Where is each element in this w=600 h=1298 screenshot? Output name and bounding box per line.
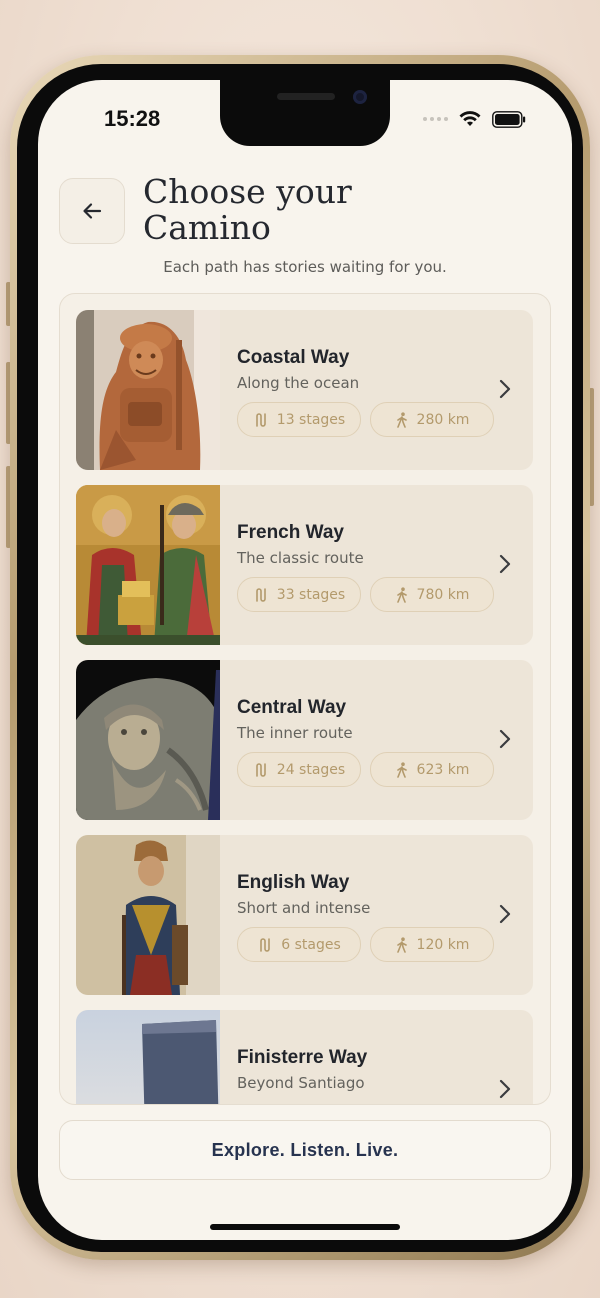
stages-label: 13 stages [276,411,346,428]
route-icon [255,587,266,602]
tagline-footer: Explore. Listen. Live. [59,1120,551,1180]
chevron-right-icon [499,1079,511,1099]
signal-dots-icon [423,117,448,121]
route-image-coastal [76,310,220,470]
distance-badge: 623 km [370,752,494,787]
distance-badge: 120 km [370,927,494,962]
battery-icon [492,110,526,128]
front-camera [353,90,367,104]
stages-label: 6 stages [281,936,341,953]
status-time: 15:28 [104,106,161,131]
distance-badge: 780 km [370,577,494,612]
walking-person-icon [396,586,407,603]
wifi-icon [459,111,481,126]
page-subtitle: Each path has stories waiting for you. [163,258,447,276]
distance-label: 780 km [416,586,470,603]
distance-badge: 280 km [370,402,494,437]
chevron-right-icon [499,554,511,574]
route-image-english [76,835,220,995]
route-name: French Way [237,522,344,543]
stages-label: 24 stages [276,761,346,778]
route-image-french [76,485,220,645]
route-name: Coastal Way [237,347,350,368]
distance-label: 120 km [416,936,470,953]
route-card-english[interactable]: English Way Short and intense 6 stages 1… [76,835,533,995]
stages-badge: 33 stages [237,577,361,612]
route-card-french[interactable]: French Way The classic route 33 stages 7… [76,485,533,645]
arrow-left-icon [83,203,102,219]
distance-label: 280 km [416,411,470,428]
route-name: Finisterre Way [237,1047,368,1068]
route-image-central [76,660,220,820]
app-screen: 15:28 Choose your Camino Each path has s… [38,80,572,1240]
route-card-finisterre[interactable]: Finisterre Way Beyond Santiago [76,1010,533,1104]
route-card-central[interactable]: Central Way The inner route 24 stages 62… [76,660,533,820]
chevron-right-icon [499,379,511,399]
route-image-finisterre [76,1010,220,1104]
page-title: Choose your Camino [143,172,352,247]
back-button[interactable] [59,178,125,244]
route-list[interactable]: Coastal Way Along the ocean 13 stages 28… [59,293,551,1105]
walking-person-icon [396,936,407,953]
walking-person-icon [396,761,407,778]
stages-badge: 24 stages [237,752,361,787]
route-description: Short and intense [237,899,371,917]
status-indicators [423,110,526,128]
route-icon [255,412,266,427]
route-card-coastal[interactable]: Coastal Way Along the ocean 13 stages 28… [76,310,533,470]
route-description: The classic route [237,549,364,567]
stages-badge: 6 stages [237,927,361,962]
route-name: Central Way [237,697,347,718]
home-indicator[interactable] [210,1224,400,1230]
route-name: English Way [237,872,350,893]
route-description: Along the ocean [237,374,360,392]
stages-label: 33 stages [276,586,346,603]
route-description: Beyond Santiago [237,1074,365,1092]
route-description: The inner route [237,724,353,742]
route-icon [255,762,266,777]
chevron-right-icon [499,729,511,749]
chevron-right-icon [499,904,511,924]
route-icon [260,937,271,952]
notch [220,80,390,146]
distance-label: 623 km [416,761,470,778]
speaker [277,93,335,100]
walking-person-icon [396,411,407,428]
stages-badge: 13 stages [237,402,361,437]
